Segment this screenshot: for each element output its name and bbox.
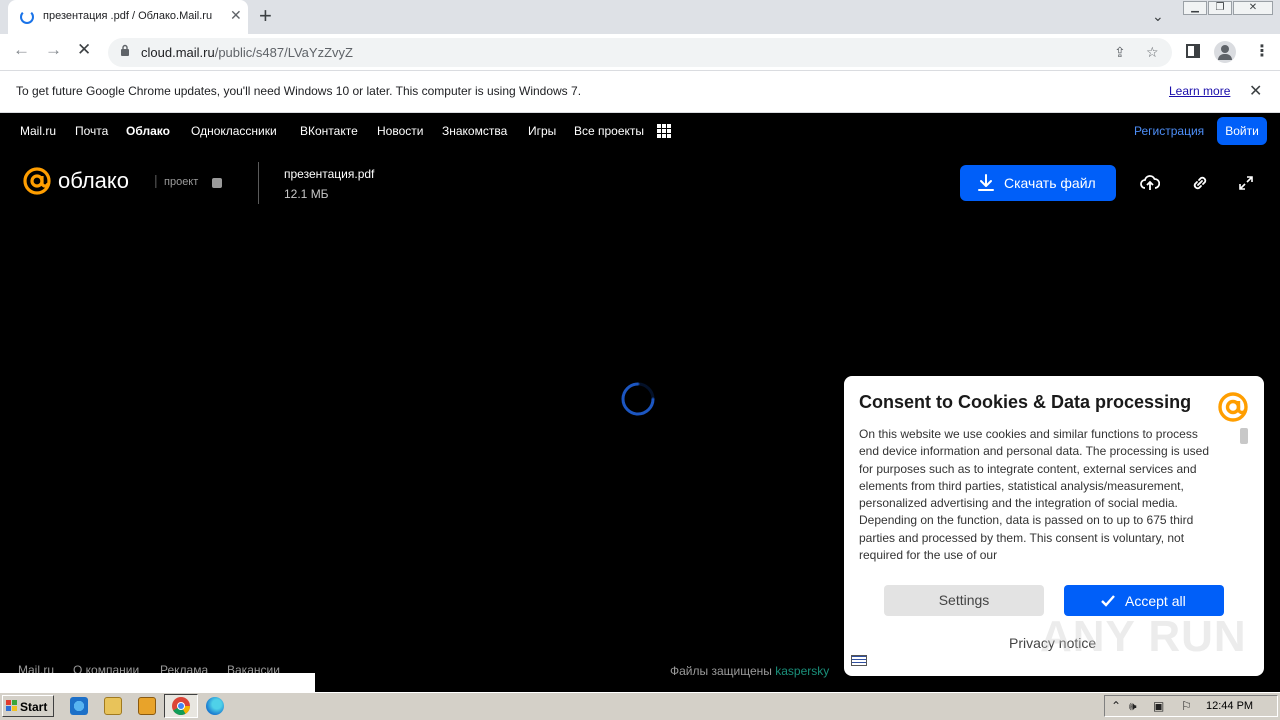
save-to-cloud-icon[interactable] — [1140, 173, 1160, 193]
stop-loading-icon[interactable]: ✕ — [77, 40, 91, 60]
infobar-message: To get future Google Chrome updates, you… — [16, 84, 582, 98]
portal-item-all-projects[interactable]: Все проекты — [574, 124, 644, 138]
side-panel-icon[interactable] — [1186, 44, 1200, 58]
profile-avatar-icon[interactable] — [1214, 41, 1236, 63]
login-button[interactable]: Войти — [1217, 117, 1267, 145]
copy-link-icon[interactable] — [1190, 173, 1210, 193]
portal-item-vk[interactable]: ВКонтакте — [300, 124, 358, 138]
portal-item-mailru[interactable]: Mail.ru — [20, 124, 56, 138]
document-loading-spinner — [621, 382, 655, 416]
fullscreen-icon[interactable] — [1238, 175, 1254, 191]
download-icon — [978, 174, 994, 191]
download-file-button[interactable]: Скачать файл — [960, 165, 1116, 201]
portal-item-oblako[interactable]: Облако — [126, 124, 170, 138]
portal-item-ok[interactable]: Одноклассники — [191, 124, 277, 138]
loading-spinner-icon — [20, 10, 34, 24]
language-flag-icon[interactable] — [851, 655, 867, 666]
portal-item-pochta[interactable]: Почта — [75, 124, 108, 138]
restore-window-button[interactable]: ❐ — [1208, 1, 1232, 15]
lock-icon — [121, 44, 129, 56]
chrome-taskbar-button[interactable] — [164, 694, 198, 718]
tab-search-chevron-icon[interactable]: ⌄ — [1152, 8, 1164, 25]
action-center-flag-icon[interactable]: ⚐ — [1181, 699, 1192, 713]
media-player-icon[interactable] — [138, 697, 156, 715]
bookmark-star-icon[interactable]: ☆ — [1146, 44, 1159, 61]
start-label: Start — [20, 700, 48, 714]
register-link[interactable]: Регистрация — [1134, 124, 1204, 138]
chrome-icon — [172, 697, 190, 716]
portal-item-dating[interactable]: Знакомства — [442, 124, 507, 138]
minimize-window-button[interactable]: ▁ — [1183, 1, 1207, 15]
apps-grid-icon[interactable] — [657, 124, 671, 138]
mailru-at-icon — [1218, 392, 1248, 422]
menu-kebab-icon[interactable]: ⋮ — [1254, 41, 1270, 61]
consent-scrollbar[interactable] — [1240, 428, 1248, 444]
portal-nav: Mail.ru Почта Облако Одноклассники ВКонт… — [0, 113, 1280, 150]
tray-expand-icon[interactable]: ⌃ — [1111, 699, 1121, 713]
portal-item-news[interactable]: Новости — [377, 124, 423, 138]
volume-icon[interactable]: 🕪 — [1129, 699, 1137, 714]
logo-separator: | — [154, 172, 158, 188]
network-icon[interactable]: ▣ — [1153, 699, 1164, 713]
oblako-logo-icon[interactable] — [22, 166, 52, 196]
update-infobar: To get future Google Chrome updates, you… — [0, 71, 1280, 113]
forward-arrow-icon[interactable]: → — [45, 40, 62, 60]
start-button[interactable]: Start — [2, 695, 54, 717]
edge-icon[interactable] — [206, 697, 224, 715]
new-tab-button[interactable]: + — [259, 3, 272, 29]
download-button-label: Скачать файл — [1004, 175, 1096, 191]
checkmark-icon — [1101, 595, 1115, 607]
protection-notice: Файлы защищены kaspersky — [670, 664, 830, 678]
infobar-close-icon[interactable]: ✕ — [1249, 81, 1262, 101]
url-text: cloud.mail.ru/public/s487/LVaYzZvyZ — [141, 45, 353, 60]
logo-text: облако — [58, 168, 130, 193]
taskbar-clock[interactable]: 12:44 PM — [1206, 700, 1253, 712]
system-tray: ⌃ 🕪 ▣ ⚐ 12:44 PM — [1104, 695, 1278, 717]
address-bar[interactable]: cloud.mail.ru/public/s487/LVaYzZvyZ ⇪ ☆ — [108, 38, 1172, 67]
footer-overlay-bar — [0, 673, 315, 692]
file-size: 12.1 МБ — [284, 187, 329, 201]
back-arrow-icon[interactable]: ← — [13, 40, 30, 60]
browser-tab[interactable]: презентация .pdf / Облако.Mail.ru ✕ — [8, 0, 248, 34]
tab-title: презентация .pdf / Облако.Mail.ru — [43, 10, 213, 22]
consent-settings-button[interactable]: Settings — [884, 585, 1044, 616]
file-explorer-icon[interactable] — [104, 697, 122, 715]
share-icon[interactable]: ⇪ — [1114, 44, 1126, 61]
anyrun-watermark: ANY RUN — [1040, 612, 1247, 661]
tab-close-icon[interactable]: ✕ — [230, 7, 242, 24]
learn-more-link[interactable]: Learn more — [1169, 84, 1230, 98]
accept-all-label: Accept all — [1125, 593, 1186, 609]
consent-title: Consent to Cookies & Data processing — [859, 392, 1192, 412]
file-name: презентация.pdf — [284, 167, 375, 181]
vk-logo-icon — [212, 178, 222, 188]
close-window-button[interactable]: ✕ — [1233, 1, 1273, 15]
project-label: проект — [164, 176, 199, 188]
windows-logo-icon — [6, 700, 18, 712]
portal-item-games[interactable]: Игры — [528, 124, 556, 138]
internet-explorer-icon[interactable] — [70, 697, 88, 715]
header-divider — [258, 162, 259, 204]
consent-body-text: On this website we use cookies and simil… — [859, 427, 1209, 563]
